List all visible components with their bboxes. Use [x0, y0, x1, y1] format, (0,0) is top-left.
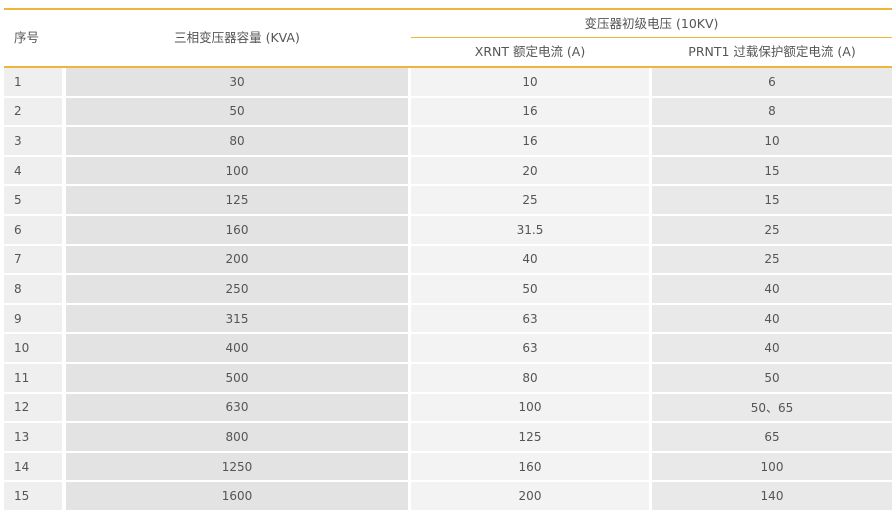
cell-capacity: 125 — [66, 186, 408, 214]
cell-capacity: 50 — [66, 97, 408, 126]
cell-xrnt-current: 16 — [411, 97, 649, 126]
table-row: 14 1250 160 100 — [4, 452, 892, 481]
cell-capacity: 100 — [66, 156, 408, 185]
cell-xrnt-current: 40 — [411, 245, 649, 274]
cell-prnt1-current: 6 — [652, 68, 892, 96]
header-xrnt-current: XRNT 额定电流 (A) — [474, 44, 586, 59]
cell-no: 11 — [4, 363, 62, 392]
cell-capacity: 315 — [66, 304, 408, 333]
cell-no: 14 — [4, 452, 62, 481]
cell-prnt1-current: 140 — [652, 482, 892, 510]
cell-capacity: 400 — [66, 334, 408, 362]
table-row: 9 315 63 40 — [4, 304, 892, 333]
cell-no: 2 — [4, 97, 62, 126]
cell-prnt1-current: 40 — [652, 304, 892, 333]
cell-prnt1-current: 8 — [652, 97, 892, 126]
cell-xrnt-current: 100 — [411, 393, 649, 422]
cell-prnt1-current: 40 — [652, 334, 892, 362]
cell-prnt1-current: 50、65 — [652, 393, 892, 422]
cell-xrnt-current: 50 — [411, 275, 649, 303]
cell-capacity: 500 — [66, 363, 408, 392]
table-row: 6 160 31.5 25 — [4, 215, 892, 244]
cell-xrnt-current: 80 — [411, 363, 649, 392]
header-no: 序号 — [14, 30, 40, 45]
table-row: 10 400 63 40 — [4, 334, 892, 362]
cell-xrnt-current: 25 — [411, 186, 649, 214]
cell-prnt1-current: 10 — [652, 127, 892, 155]
cell-capacity: 80 — [66, 127, 408, 155]
table-row: 15 1600 200 140 — [4, 482, 892, 510]
table-row: 5 125 25 15 — [4, 186, 892, 214]
cell-no: 15 — [4, 482, 62, 510]
table-row: 8 250 50 40 — [4, 275, 892, 303]
cell-prnt1-current: 100 — [652, 452, 892, 481]
cell-prnt1-current: 25 — [652, 215, 892, 244]
cell-no: 6 — [4, 215, 62, 244]
table-row: 1 30 10 6 — [4, 68, 892, 96]
header-capacity: 三相变压器容量 (KVA) — [174, 30, 300, 45]
cell-xrnt-current: 63 — [411, 334, 649, 362]
cell-capacity: 160 — [66, 215, 408, 244]
table-row: 11 500 80 50 — [4, 363, 892, 392]
cell-capacity: 800 — [66, 423, 408, 451]
cell-prnt1-current: 65 — [652, 423, 892, 451]
cell-xrnt-current: 125 — [411, 423, 649, 451]
cell-xrnt-current: 200 — [411, 482, 649, 510]
cell-no: 10 — [4, 334, 62, 362]
cell-xrnt-current: 10 — [411, 68, 649, 96]
cell-prnt1-current: 15 — [652, 186, 892, 214]
header-primary-voltage-group: 变压器初级电压 (10KV) — [584, 16, 719, 31]
cell-prnt1-current: 15 — [652, 156, 892, 185]
cell-no: 9 — [4, 304, 62, 333]
table-row: 7 200 40 25 — [4, 245, 892, 274]
cell-capacity: 200 — [66, 245, 408, 274]
table-row: 2 50 16 8 — [4, 97, 892, 126]
cell-no: 3 — [4, 127, 62, 155]
cell-prnt1-current: 50 — [652, 363, 892, 392]
cell-capacity: 1600 — [66, 482, 408, 510]
cell-xrnt-current: 16 — [411, 127, 649, 155]
cell-no: 12 — [4, 393, 62, 422]
header-prnt1-current: PRNT1 过载保护额定电流 (A) — [688, 44, 856, 59]
cell-prnt1-current: 40 — [652, 275, 892, 303]
cell-capacity: 30 — [66, 68, 408, 96]
table-row: 3 80 16 10 — [4, 127, 892, 155]
cell-xrnt-current: 20 — [411, 156, 649, 185]
cell-no: 1 — [4, 68, 62, 96]
cell-capacity: 630 — [66, 393, 408, 422]
cell-xrnt-current: 160 — [411, 452, 649, 481]
cell-xrnt-current: 31.5 — [411, 215, 649, 244]
cell-no: 7 — [4, 245, 62, 274]
table-row: 13 800 125 65 — [4, 423, 892, 451]
cell-no: 8 — [4, 275, 62, 303]
cell-xrnt-current: 63 — [411, 304, 649, 333]
table-row: 4 100 20 15 — [4, 156, 892, 185]
cell-no: 5 — [4, 186, 62, 214]
cell-no: 13 — [4, 423, 62, 451]
table-body: 1 30 10 6 2 50 16 8 3 80 16 10 4 100 20 15 5 125 25 15 6 160 3… — [4, 68, 892, 512]
cell-no: 4 — [4, 156, 62, 185]
cell-prnt1-current: 25 — [652, 245, 892, 274]
cell-capacity: 1250 — [66, 452, 408, 481]
table-row: 12 630 100 50、65 — [4, 393, 892, 422]
cell-capacity: 250 — [66, 275, 408, 303]
